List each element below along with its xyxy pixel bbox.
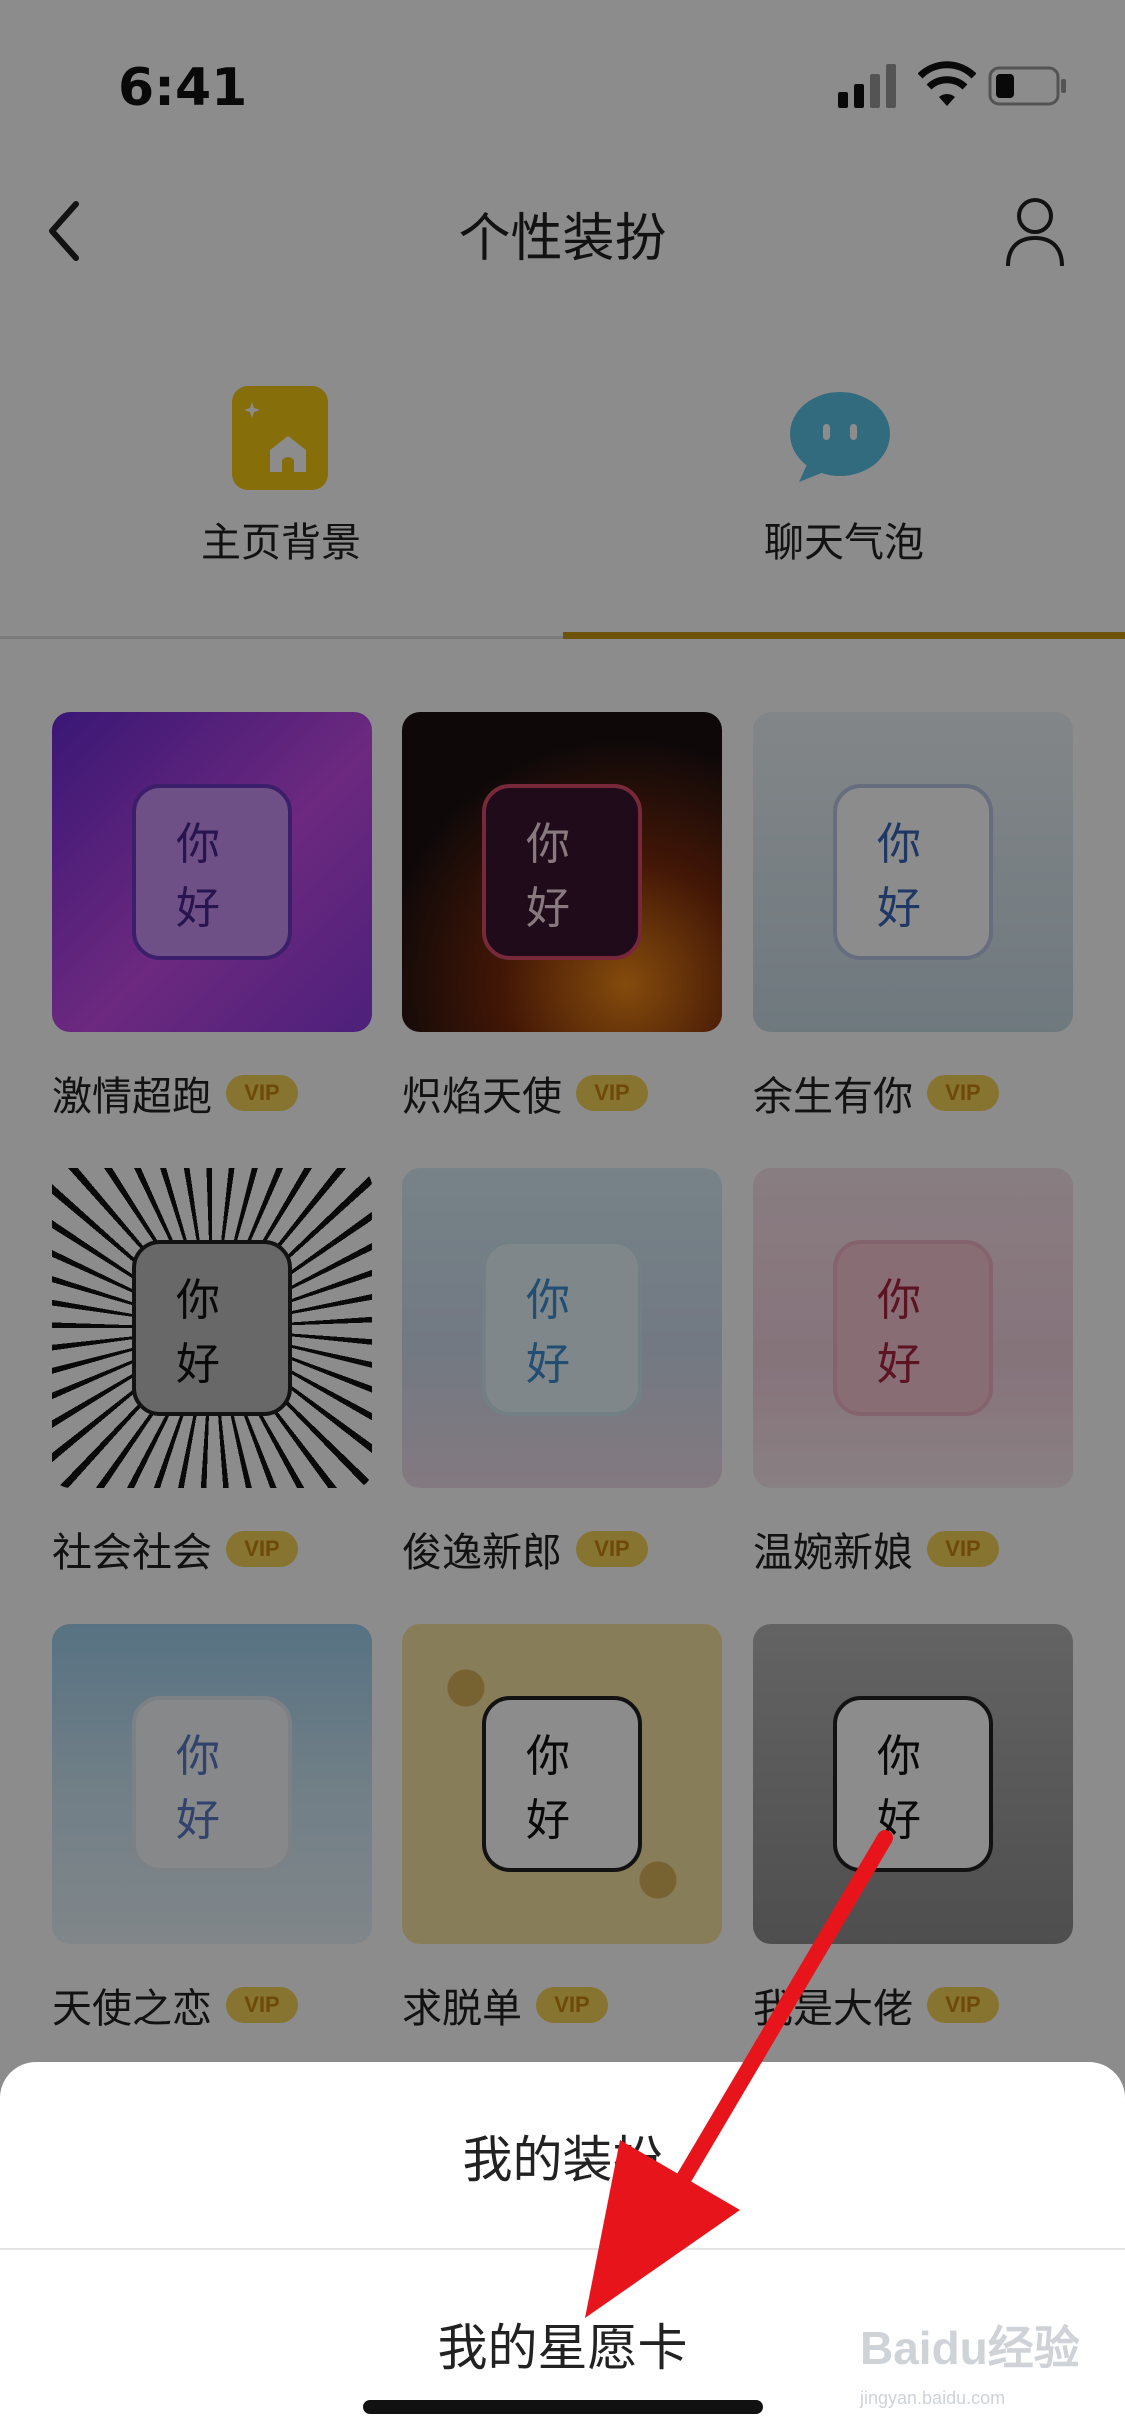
watermark-url: jingyan.baidu.com — [860, 2388, 1006, 2408]
watermark-brand: Baidu经验 — [860, 2322, 1080, 2374]
home-indicator — [363, 2400, 763, 2414]
sheet-divider — [0, 2248, 1125, 2250]
sheet-item-my-outfits[interactable]: 我的装扮 — [0, 2120, 1125, 2192]
action-sheet: 我的装扮 我的星愿卡 — [0, 2062, 1125, 2436]
